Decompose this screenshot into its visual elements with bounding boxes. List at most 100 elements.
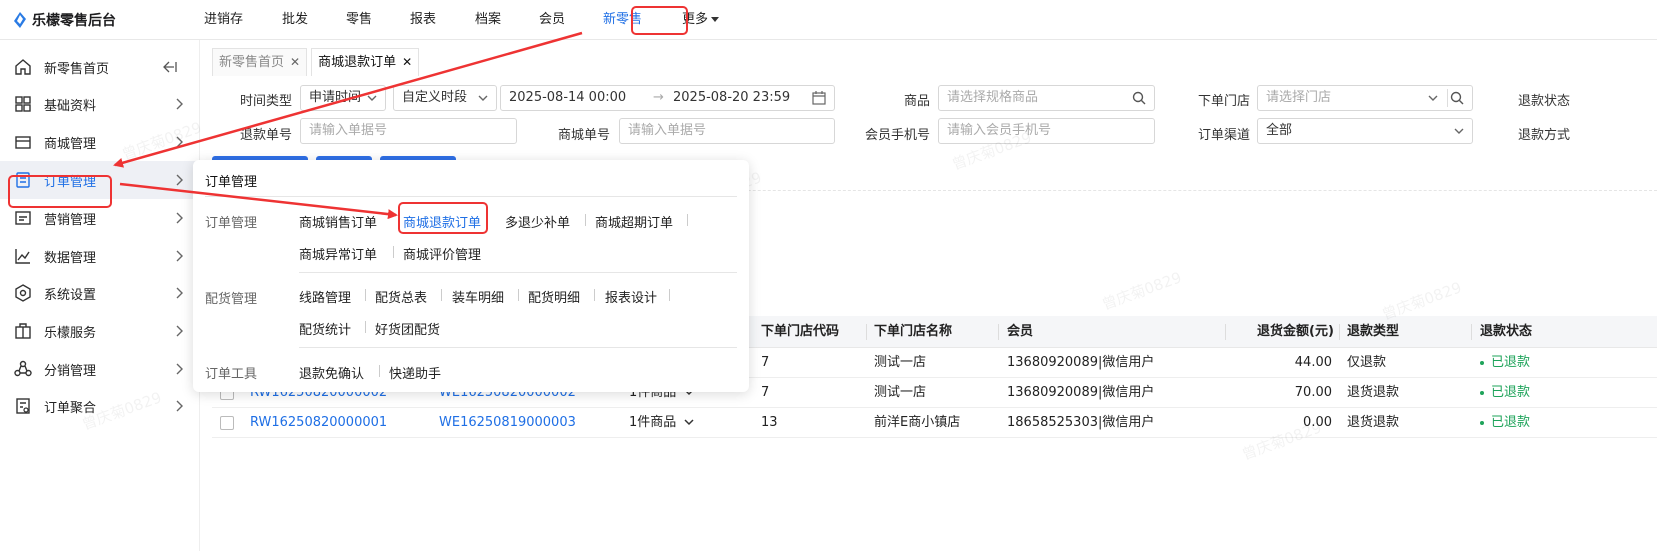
chevron-down-icon [1428, 95, 1438, 101]
sidebar-item-label: 乐檬服务 [44, 325, 97, 341]
menu-group-label: 订单工具 [205, 367, 258, 382]
refund-status: 已退款 [1480, 378, 1530, 408]
member-phone-input[interactable]: 请输入会员手机号 [938, 118, 1155, 144]
tab-mall-refund-orders[interactable]: 商城退款订单 ✕ [311, 48, 420, 76]
menu-group-label: 配货管理 [205, 292, 258, 307]
nav-members[interactable]: 会员 [539, 0, 565, 40]
refund-type: 退货退款 [1347, 415, 1400, 430]
menu-link-refund-auto-confirm[interactable]: 退款免确认 [299, 363, 364, 382]
period-select[interactable]: 自定义时段 [393, 85, 497, 111]
refund-no-link[interactable]: RW16250820000001 [250, 408, 387, 438]
sidebar-item-distribution[interactable]: 分销管理 [0, 350, 200, 388]
time-type-select[interactable]: 申请时间 [300, 85, 386, 111]
menu-divider [299, 347, 737, 348]
store-code: 7 [761, 385, 770, 400]
store-placeholder: 请选择门店 [1266, 90, 1332, 105]
menu-link-distribution-stats[interactable]: 配货统计 [299, 319, 351, 338]
app-logo[interactable]: 乐檬零售后台 [14, 10, 116, 30]
date-start[interactable]: 2025-08-14 00:00 [509, 90, 626, 105]
close-icon[interactable]: ✕ [402, 49, 412, 76]
store-icon [15, 136, 31, 149]
menu-divider [299, 272, 737, 273]
sidebar-item-label: 系统设置 [44, 287, 97, 303]
menu-link-refund-supplement[interactable]: 多退少补单 [505, 212, 570, 231]
collapse-sidebar-icon[interactable] [163, 61, 177, 73]
channel-label: 订单渠道 [1197, 128, 1250, 143]
close-icon[interactable]: ✕ [290, 49, 300, 76]
link-separator [379, 365, 380, 377]
refund-type: 仅退款 [1347, 355, 1387, 370]
nav-archives[interactable]: 档案 [475, 0, 501, 40]
aggregate-icon [16, 398, 30, 414]
link-separator [393, 246, 394, 258]
column-separator[interactable] [1471, 324, 1472, 340]
top-bar: 乐檬零售后台 进销存 批发 零售 报表 档案 会员 新零售 更多 [0, 0, 1657, 40]
logo-icon [14, 12, 26, 28]
date-range-picker[interactable]: 2025-08-14 00:00 → 2025-08-20 23:59 [500, 85, 835, 111]
period-value: 自定义时段 [402, 90, 468, 105]
menu-link-distribution-summary[interactable]: 配货总表 [375, 287, 427, 306]
column-header: 退款状态 [1480, 324, 1533, 339]
refund-amount: 70.00 [1294, 385, 1332, 400]
menu-link-good-goods-group[interactable]: 好货团配货 [375, 319, 440, 338]
nav-reports[interactable]: 报表 [410, 0, 436, 40]
menu-link-distribution-details[interactable]: 配货明细 [528, 287, 580, 306]
row-checkbox[interactable] [220, 416, 234, 430]
column-separator[interactable] [1339, 324, 1340, 340]
sidebar-item-basic-data[interactable]: 基础资料 [0, 85, 200, 123]
search-icon[interactable] [1450, 91, 1464, 105]
channel-select[interactable]: 全部 [1257, 118, 1473, 144]
menu-link-route-management[interactable]: 线路管理 [299, 287, 351, 306]
menu-link-mall-abnormal-orders[interactable]: 商城异常订单 [299, 244, 377, 263]
refund-status-text: 已退款 [1491, 355, 1531, 370]
refund-no-placeholder: 请输入单据号 [309, 123, 388, 138]
menu-link-mall-overdue-orders[interactable]: 商城超期订单 [595, 212, 673, 231]
chevron-right-icon [176, 400, 183, 412]
menu-link-report-design[interactable]: 报表设计 [605, 287, 657, 306]
table-row[interactable]: RW16250820000001 WE16250819000003 1件商品 1… [212, 408, 1657, 438]
nav-wholesale[interactable]: 批发 [282, 0, 308, 40]
refund-status: 已退款 [1480, 348, 1530, 378]
sidebar-item-settings[interactable]: 系统设置 [0, 274, 200, 312]
mall-no-link[interactable]: WE16250819000003 [439, 408, 576, 438]
sidebar-item-lemeng-service[interactable]: 乐檬服务 [0, 312, 200, 350]
menu-link-express-assistant[interactable]: 快递助手 [389, 363, 441, 382]
refund-amount: 44.00 [1294, 355, 1332, 370]
column-separator[interactable] [1225, 324, 1226, 340]
store-code: 13 [761, 415, 778, 430]
search-icon[interactable] [1132, 91, 1146, 105]
tab-bar: 新零售首页 ✕ 商城退款订单 ✕ [212, 48, 423, 76]
menu-link-mall-reviews[interactable]: 商城评价管理 [403, 244, 481, 263]
distribution-icon [14, 360, 32, 377]
items-count[interactable]: 1件商品 [629, 408, 694, 438]
tab-new-retail-home[interactable]: 新零售首页 ✕ [212, 48, 308, 76]
menu-link-mall-sales-orders[interactable]: 商城销售订单 [299, 212, 377, 231]
mall-no-input[interactable]: 请输入单据号 [619, 118, 835, 144]
nav-inventory[interactable]: 进销存 [204, 0, 243, 40]
grid-icon [15, 96, 31, 112]
chevron-down-icon [367, 95, 377, 101]
sidebar-item-label: 分销管理 [44, 363, 97, 379]
channel-value: 全部 [1266, 123, 1293, 138]
product-label: 商品 [903, 94, 930, 109]
product-select[interactable]: 请选择规格商品 [938, 85, 1155, 111]
chevron-right-icon [176, 174, 183, 186]
sidebar-item-data[interactable]: 数据管理 [0, 237, 200, 275]
store-select[interactable]: 请选择门店 [1257, 85, 1473, 111]
menu-title: 订单管理 [205, 175, 258, 190]
nav-retail[interactable]: 零售 [346, 0, 372, 40]
highlight-box-refund-orders [398, 202, 488, 234]
chevron-right-icon [176, 363, 183, 375]
refund-status-text: 已退款 [1491, 385, 1531, 400]
chevron-right-icon [176, 325, 183, 337]
menu-link-loading-details[interactable]: 装车明细 [452, 287, 504, 306]
sidebar-item-new-retail-home[interactable]: 新零售首页 [0, 48, 200, 86]
column-separator[interactable] [866, 324, 867, 340]
link-separator [669, 289, 670, 301]
chevron-right-icon [176, 212, 183, 224]
refund-no-input[interactable]: 请输入单据号 [300, 118, 517, 144]
refund-status-text: 已退款 [1491, 415, 1531, 430]
date-end[interactable]: 2025-08-20 23:59 [673, 86, 790, 110]
link-separator [365, 289, 366, 301]
column-separator[interactable] [998, 324, 999, 340]
